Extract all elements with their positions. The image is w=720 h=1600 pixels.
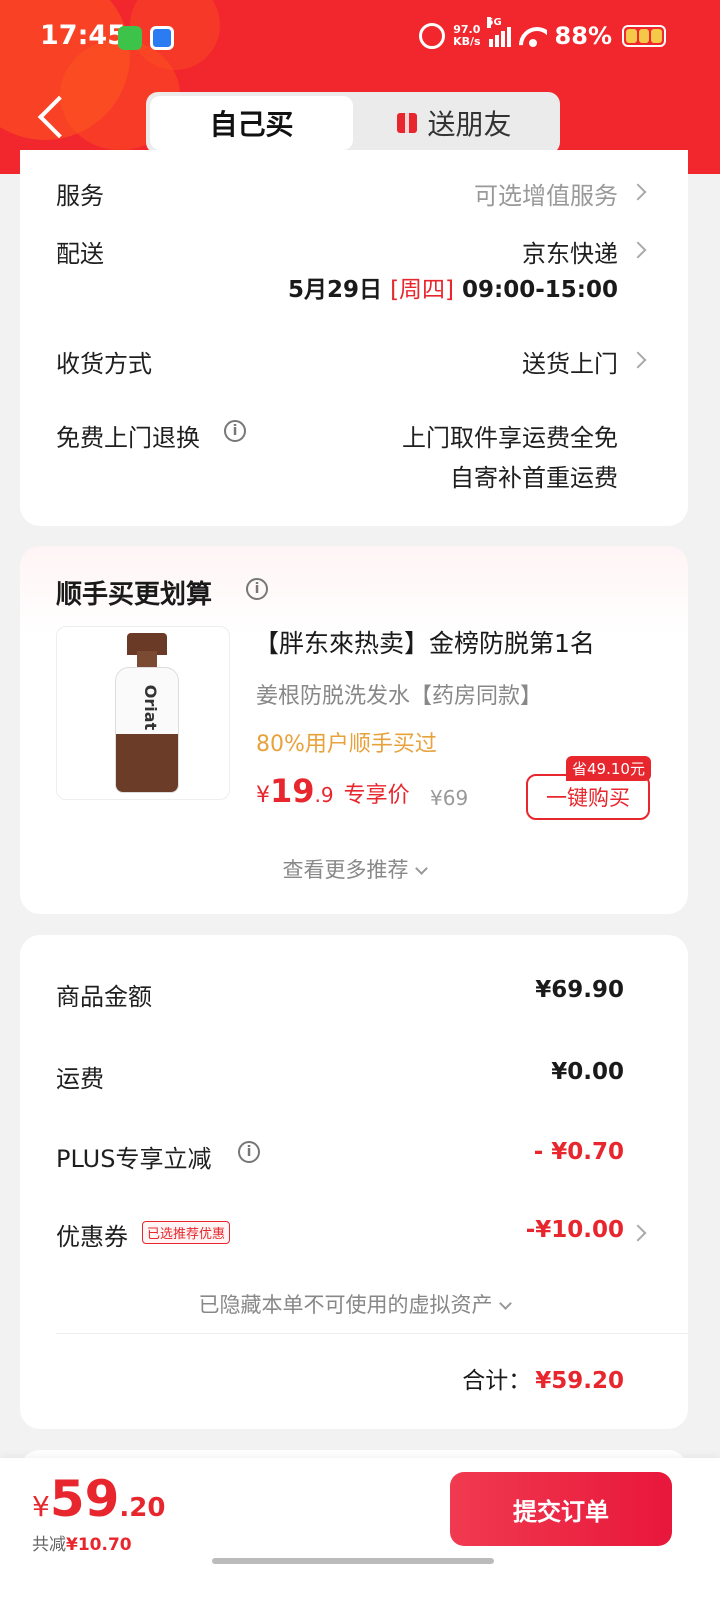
delivery-time-window: 09:00-15:00 <box>462 277 618 303</box>
more-recommendations-link[interactable]: 查看更多推荐 <box>20 854 688 884</box>
chevron-down-icon <box>498 1297 512 1310</box>
goods-amount-value: ¥69.90 <box>535 977 624 1003</box>
savings-value: ¥10.70 <box>66 1535 132 1555</box>
product-price: ¥19.9 专享价 <box>256 772 410 810</box>
total-value: ¥59.20 <box>535 1368 624 1394</box>
bottle-bottom <box>116 734 178 792</box>
coupon-value[interactable]: -¥10.00 <box>526 1217 624 1243</box>
app-notification-icon <box>150 26 174 50</box>
info-icon[interactable]: i <box>238 1141 260 1163</box>
wifi-icon <box>519 25 547 47</box>
free-return-line2: 自寄补首重运费 <box>450 464 618 492</box>
delivery-weekday: [周四] <box>390 277 455 303</box>
service-value[interactable]: 可选增值服务 <box>474 176 618 211</box>
order-total: 合计： ¥59.20 <box>462 1361 624 1395</box>
free-return-label: 免费上门退换 <box>56 424 200 452</box>
delivery-card: 服务 可选增值服务 配送 京东快递 5月29日 [周四] 09:00-15:00… <box>20 150 688 526</box>
receive-method-label: 收货方式 <box>56 350 152 378</box>
coupon-label: 优惠券 <box>56 1223 128 1251</box>
product-subtitle: 姜根防脱洗发水【药房同款】 <box>256 684 543 709</box>
home-indicator[interactable] <box>212 1558 494 1564</box>
price-integer: 19 <box>270 772 315 810</box>
status-time: 17:45 <box>40 20 126 51</box>
battery-percent: 88% <box>554 22 612 50</box>
delivery-time[interactable]: 5月29日 [周四] 09:00-15:00 <box>288 270 618 304</box>
chevron-right-icon[interactable] <box>629 241 647 259</box>
hidden-assets-toggle[interactable]: 已隐藏本单不可使用的虚拟资产 <box>20 1289 688 1319</box>
checkout-price-integer: 59 <box>49 1470 120 1528</box>
status-bar: 17:45 97.0 KB/s 5G 88% <box>0 17 720 58</box>
tab-buy-self[interactable]: 自己买 <box>150 96 353 150</box>
more-recommendations-label: 查看更多推荐 <box>282 858 409 882</box>
service-label: 服务 <box>56 182 104 210</box>
original-price: ¥69 <box>430 786 469 810</box>
purchase-mode-tabs: 自己买 送朋友 <box>146 92 560 154</box>
price-summary-card: 商品金额 ¥69.90 运费 ¥0.00 PLUS专享立减 i - ¥0.70 … <box>20 935 688 1429</box>
recommend-title: 顺手买更划算 <box>56 580 213 610</box>
info-icon[interactable]: i <box>246 578 268 600</box>
shipping-label: 配送 <box>56 240 104 268</box>
checkout-currency: ¥ <box>32 1490 50 1523</box>
signal-icon: 5G <box>486 17 511 47</box>
tab-buy-self-label: 自己买 <box>209 108 294 141</box>
freight-label: 运费 <box>56 1065 104 1093</box>
freight-value: ¥0.00 <box>551 1059 624 1085</box>
receive-method-value[interactable]: 送货上门 <box>522 344 618 379</box>
network-type-label: 5G <box>486 17 502 28</box>
free-return-line1: 上门取件享运费全免 <box>402 424 618 452</box>
total-savings: 共减¥10.70 <box>32 1530 132 1555</box>
hidden-assets-label: 已隐藏本单不可使用的虚拟资产 <box>198 1293 493 1317</box>
divider <box>56 1333 688 1334</box>
goods-amount-label: 商品金额 <box>56 983 152 1011</box>
product-image[interactable]: Oriat <box>56 626 230 800</box>
checkout-price: ¥59.20 <box>32 1470 165 1528</box>
product-title[interactable]: 【胖东來热卖】金榜防脱第1名 <box>254 624 595 660</box>
wechat-icon <box>118 26 142 50</box>
chevron-down-icon <box>414 862 428 875</box>
bottle-body: Oriat <box>115 667 179 793</box>
recommend-card: 顺手买更划算 i Oriat 【胖东來热卖】金榜防脱第1名 姜根防脱洗发水【药房… <box>20 546 688 914</box>
price-decimal: .9 <box>314 783 334 807</box>
coupon-badge: 已选推荐优惠 <box>142 1221 231 1244</box>
net-speed: 97.0 KB/s <box>453 24 480 48</box>
battery-icon <box>622 25 666 47</box>
social-proof: 80%用户顺手买过 <box>256 732 437 757</box>
shipping-value[interactable]: 京东快递 <box>522 234 618 269</box>
savings-label: 共减 <box>32 1535 66 1555</box>
info-icon[interactable]: i <box>224 420 246 442</box>
chevron-right-icon[interactable] <box>629 183 647 201</box>
plus-discount-label: PLUS专享立减 <box>56 1145 212 1173</box>
tab-send-friend-label: 送朋友 <box>427 108 512 141</box>
checkout-price-decimal: .20 <box>119 1493 166 1523</box>
total-label: 合计： <box>462 1368 532 1394</box>
chevron-right-icon[interactable] <box>629 351 647 369</box>
price-currency: ¥ <box>256 783 270 808</box>
checkout-bar: ¥59.20 共减¥10.70 提交订单 <box>0 1458 720 1600</box>
tab-send-friend[interactable]: 送朋友 <box>353 96 556 150</box>
bottle-neck <box>137 651 157 667</box>
submit-order-button[interactable]: 提交订单 <box>450 1472 672 1546</box>
bottle-brand: Oriat <box>141 684 161 731</box>
gift-icon <box>397 113 418 133</box>
price-tag: 专享价 <box>343 783 410 808</box>
alarm-icon <box>419 23 446 49</box>
chevron-right-icon[interactable] <box>629 1224 647 1242</box>
save-badge: 省49.10元 <box>566 756 651 781</box>
delivery-date: 5月29日 <box>288 277 383 303</box>
plus-discount-value: - ¥0.70 <box>533 1139 624 1165</box>
header: 17:45 97.0 KB/s 5G 88% 自己买 送朋友 <box>0 0 720 174</box>
net-speed-unit: KB/s <box>453 35 481 48</box>
status-indicators: 97.0 KB/s 5G 88% <box>419 17 666 50</box>
